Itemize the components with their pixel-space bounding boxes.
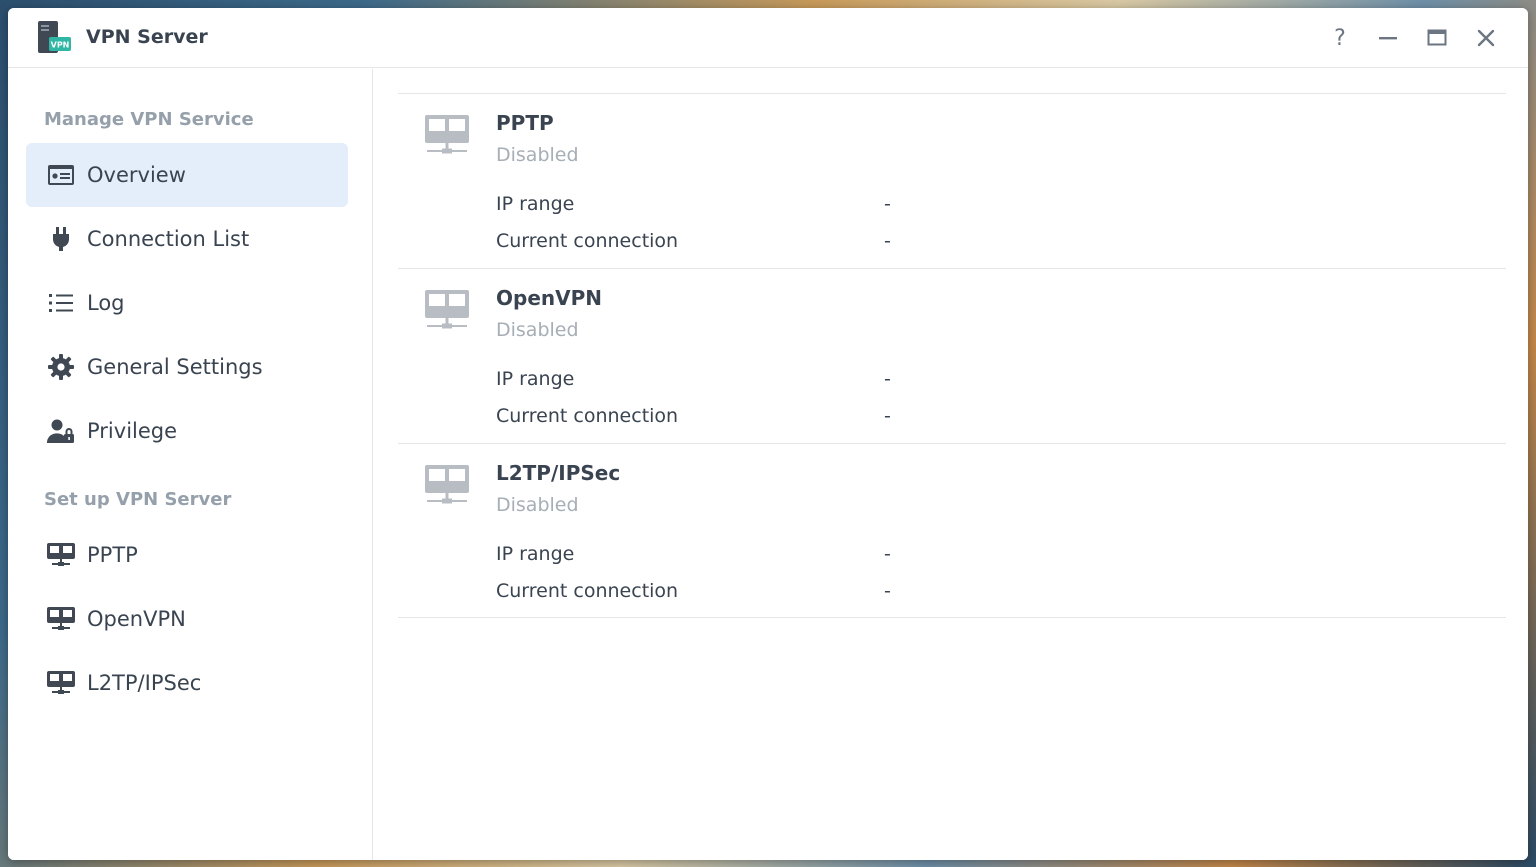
gear-icon: [47, 353, 75, 381]
current-connection-label: Current connection: [496, 230, 679, 252]
overview-panel: PPTP Disabled IP range - Current connect…: [374, 69, 1528, 860]
sidebar-item-label: OpenVPN: [87, 607, 186, 631]
sidebar-item-pptp[interactable]: PPTP: [26, 523, 348, 587]
current-connection-label: Current connection: [496, 405, 679, 427]
plug-icon: [47, 225, 75, 253]
sidebar-item-general-settings[interactable]: General Settings: [26, 335, 348, 399]
sidebar-item-label: L2TP/IPSec: [87, 671, 202, 695]
sidebar-item-overview[interactable]: Overview: [26, 143, 348, 207]
help-icon: ?: [1334, 25, 1346, 51]
vpn-server-icon: [47, 541, 75, 569]
ip-range-value: -: [884, 543, 891, 565]
vpn-server-icon: [47, 669, 75, 697]
vpn-server-icon: [47, 605, 75, 633]
openvpn-service-block: OpenVPN Disabled IP range - Current conn…: [398, 268, 1506, 443]
maximize-icon: [1427, 29, 1447, 46]
l2tp-ipsec-service-block: L2TP/IPSec Disabled IP range - Current c…: [398, 443, 1506, 618]
vpn-server-window: VPN VPN Server ? Manage VPN Service Over…: [8, 8, 1528, 860]
vpn-service-name: L2TP/IPSec: [496, 461, 621, 485]
pptp-service-block: PPTP Disabled IP range - Current connect…: [398, 93, 1506, 268]
sidebar: Manage VPN Service Overview Connection L…: [8, 69, 373, 860]
list-icon: [47, 289, 75, 317]
maximize-button[interactable]: [1423, 24, 1451, 52]
vpn-service-status: Disabled: [496, 319, 579, 341]
sidebar-item-label: Overview: [87, 163, 186, 187]
manage-vpn-service-heading: Manage VPN Service: [44, 109, 254, 130]
sidebar-item-label: Log: [87, 291, 125, 315]
sidebar-item-openvpn[interactable]: OpenVPN: [26, 587, 348, 651]
set-up-vpn-server-heading: Set up VPN Server: [44, 489, 232, 510]
close-icon: [1477, 29, 1495, 47]
vpn-service-name: OpenVPN: [496, 286, 602, 310]
title-bar[interactable]: VPN VPN Server ?: [8, 8, 1528, 68]
sidebar-item-l2tp-ipsec[interactable]: L2TP/IPSec: [26, 651, 348, 715]
sidebar-item-connection-list[interactable]: Connection List: [26, 207, 348, 271]
current-connection-value: -: [884, 405, 891, 427]
close-button[interactable]: [1472, 24, 1500, 52]
ip-range-value: -: [884, 193, 891, 215]
vpn-server-app-icon: VPN: [38, 21, 71, 53]
current-connection-value: -: [884, 580, 891, 602]
vpn-server-icon: [425, 290, 469, 329]
ip-range-label: IP range: [496, 368, 575, 390]
window-title: VPN Server: [86, 26, 208, 48]
sidebar-item-label: General Settings: [87, 355, 263, 379]
vpn-server-icon: [425, 115, 469, 154]
app-icon-badge: VPN: [51, 41, 70, 50]
help-button[interactable]: ?: [1326, 24, 1354, 52]
sidebar-item-log[interactable]: Log: [26, 271, 348, 335]
overview-card-icon: [47, 161, 75, 189]
minimize-button[interactable]: [1374, 24, 1402, 52]
vpn-service-status: Disabled: [496, 494, 579, 516]
vpn-service-status: Disabled: [496, 144, 579, 166]
sidebar-item-label: PPTP: [87, 543, 138, 567]
vpn-server-icon: [425, 465, 469, 504]
ip-range-value: -: [884, 368, 891, 390]
vpn-service-name: PPTP: [496, 111, 554, 135]
ip-range-label: IP range: [496, 193, 575, 215]
sidebar-item-label: Connection List: [87, 227, 250, 251]
minimize-icon: [1379, 37, 1397, 40]
sidebar-item-label: Privilege: [87, 419, 178, 443]
user-lock-icon: [47, 417, 75, 445]
current-connection-value: -: [884, 230, 891, 252]
current-connection-label: Current connection: [496, 580, 679, 602]
ip-range-label: IP range: [496, 543, 575, 565]
sidebar-item-privilege[interactable]: Privilege: [26, 399, 348, 463]
